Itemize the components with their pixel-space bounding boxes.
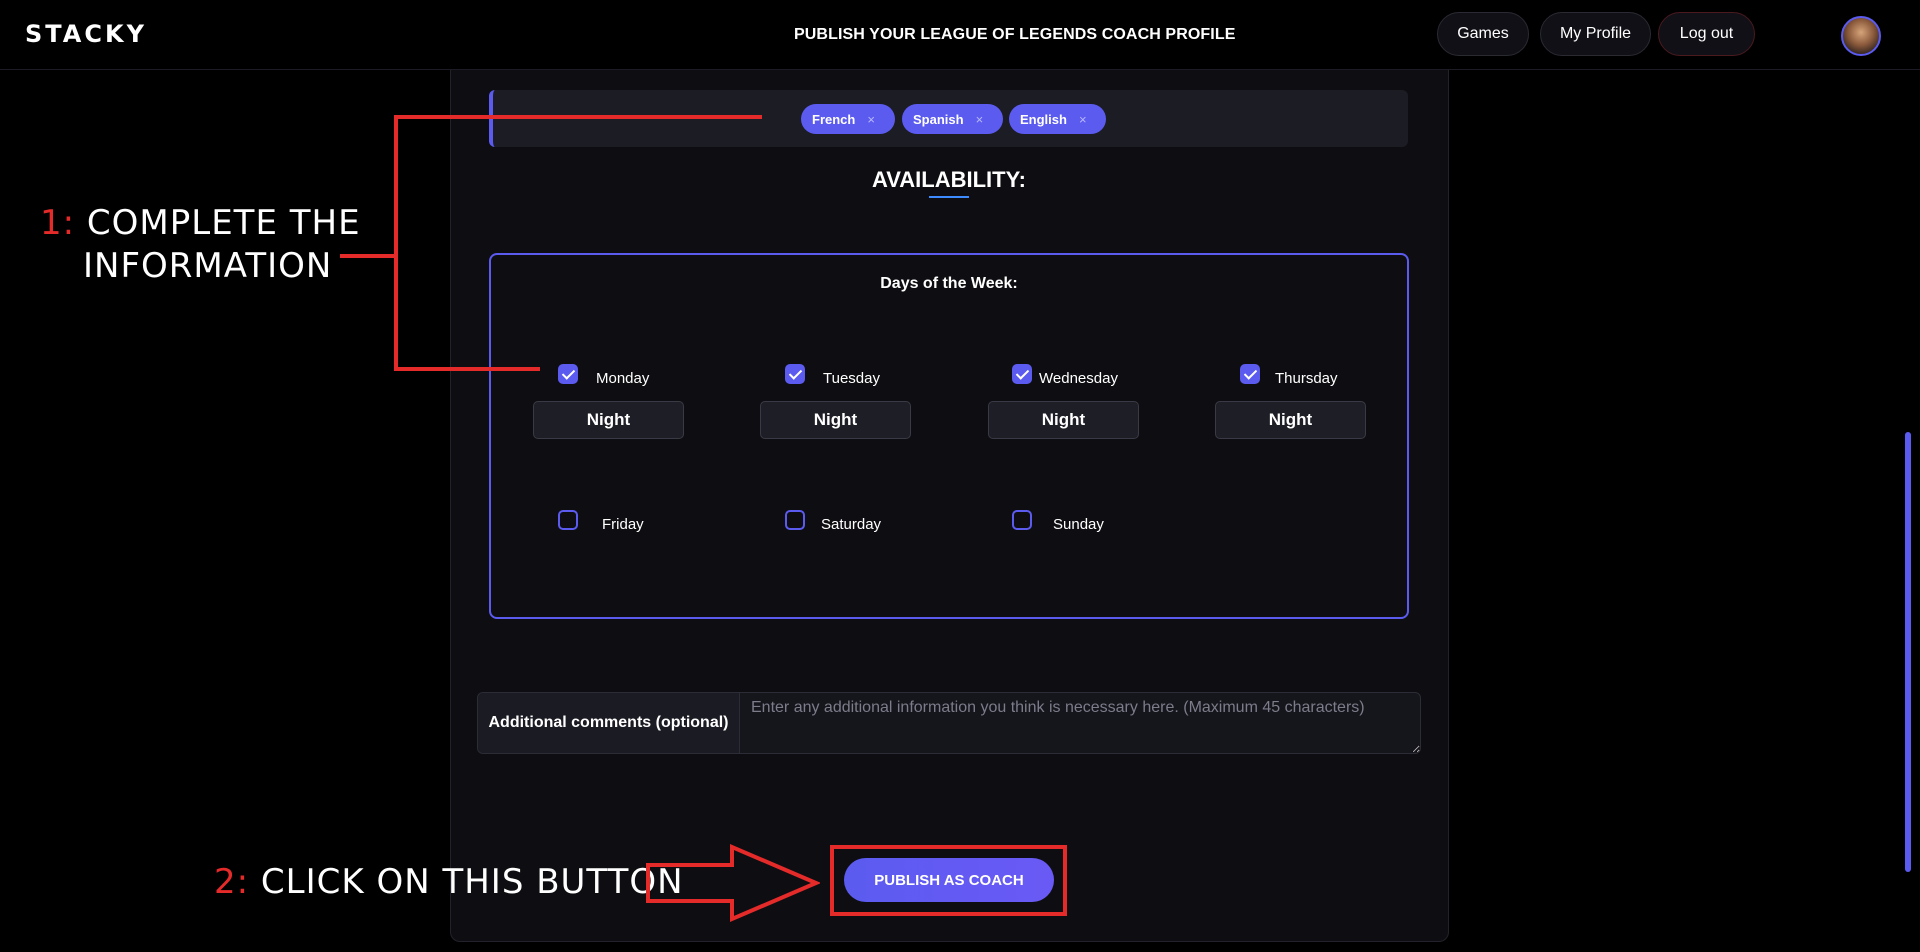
thursday-checkbox[interactable] [1240,364,1260,384]
page-title: PUBLISH YOUR LEAGUE OF LEGENDS COACH PRO… [794,26,1236,43]
days-title: Days of the Week: [880,275,1018,292]
annotation-arrow-icon [646,843,820,923]
page-scrollbar[interactable] [1905,432,1911,872]
language-chip-english: English × [1009,104,1106,134]
annotation-step2: 2: CLICK ON THIS BUTTON [214,862,684,902]
annotation-line [394,115,398,371]
chip-label: Spanish [913,111,964,127]
day-label: Friday [602,516,644,533]
stacky-logo[interactable]: STACKY [25,20,147,48]
close-icon[interactable]: × [867,112,875,127]
day-label: Thursday [1275,370,1338,387]
publish-as-coach-button[interactable]: PUBLISH AS COACH [844,858,1054,902]
thursday-time-select[interactable]: Night [1215,401,1366,439]
tuesday-time-select[interactable]: Night [760,401,911,439]
day-label: Monday [596,370,650,387]
my-profile-button[interactable]: My Profile [1540,12,1651,56]
annotation-number: 1: [40,203,76,243]
wednesday-checkbox[interactable] [1012,364,1032,384]
avatar[interactable] [1841,16,1881,56]
annotation-number: 2: [214,862,250,902]
annotation-step1: 1: COMPLETE THE [40,203,361,243]
chip-label: English [1020,111,1067,127]
chip-label: French [812,111,856,127]
heading-underline [929,196,969,198]
additional-comments-group: Additional comments (optional) [477,692,1421,754]
day-label: Wednesday [1039,370,1118,387]
wednesday-time-select[interactable]: Night [988,401,1139,439]
day-label: Tuesday [823,370,880,387]
log-out-button[interactable]: Log out [1658,12,1755,56]
annotation-line [394,367,540,371]
saturday-checkbox[interactable] [785,510,805,530]
days-of-week-box: Days of the Week: Monday Night Tuesday N… [489,253,1409,619]
close-icon[interactable]: × [976,112,984,127]
annotation-line [340,254,397,258]
day-label: Saturday [821,516,882,533]
language-chip-french: French × [801,104,895,134]
close-icon[interactable]: × [1079,112,1087,127]
language-chip-spanish: Spanish × [902,104,1003,134]
friday-checkbox[interactable] [558,510,578,530]
comments-label: Additional comments (optional) [478,693,740,753]
top-header: STACKY PUBLISH YOUR LEAGUE OF LEGENDS CO… [0,0,1920,70]
comments-input[interactable] [741,693,1420,753]
annotation-line [394,115,762,119]
annotation-step1-line2: INFORMATION [83,246,333,286]
monday-time-select[interactable]: Night [533,401,684,439]
annotation-text: CLICK ON THIS BUTTON [260,862,684,902]
annotation-text: COMPLETE THE [86,203,361,243]
games-button[interactable]: Games [1437,12,1529,56]
availability-heading: AVAILABILITY: [872,167,1026,192]
tuesday-checkbox[interactable] [785,364,805,384]
day-label: Sunday [1053,516,1104,533]
monday-checkbox[interactable] [558,364,578,384]
sunday-checkbox[interactable] [1012,510,1032,530]
